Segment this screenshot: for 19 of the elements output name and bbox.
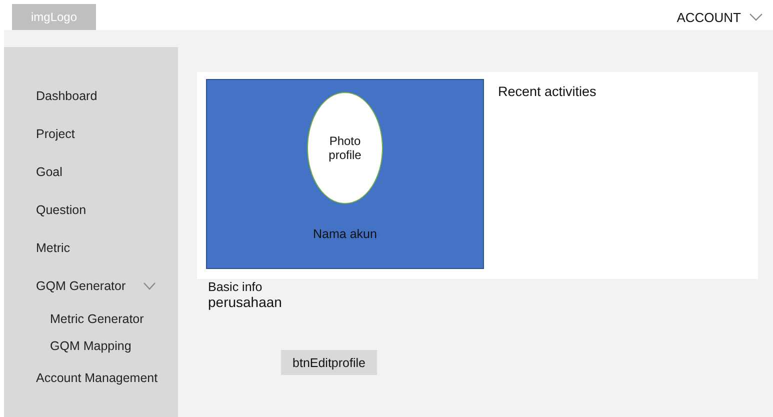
sidebar-item[interactable]: Metric [4, 229, 178, 267]
account-name: Nama akun [313, 227, 377, 241]
sidebar-item[interactable]: Account Management [4, 359, 178, 397]
basic-info-label: Basic info [208, 280, 262, 294]
sidebar-item[interactable]: GQM Generator [4, 267, 126, 305]
company-text: perusahaan [208, 294, 282, 310]
logo: imgLogo [12, 4, 96, 30]
sidebar-subitem[interactable]: GQM Mapping [4, 332, 178, 359]
edit-profile-button[interactable]: btnEditprofile [281, 350, 377, 375]
chevron-icon[interactable] [143, 282, 156, 290]
sidebar-item[interactable]: Question [4, 191, 178, 229]
photo-label: Photo profile [328, 134, 362, 162]
sidebar-item[interactable]: Dashboard [4, 77, 178, 115]
sidebar-subitem[interactable]: Metric Generator [4, 305, 178, 332]
recent-activities-title: Recent activities [498, 84, 596, 99]
account-menu[interactable]: ACCOUNT [676, 4, 763, 30]
sidebar-item[interactable]: Goal [4, 153, 178, 191]
sidebar-item[interactable]: Project [4, 115, 178, 153]
chevron-icon [749, 13, 763, 21]
